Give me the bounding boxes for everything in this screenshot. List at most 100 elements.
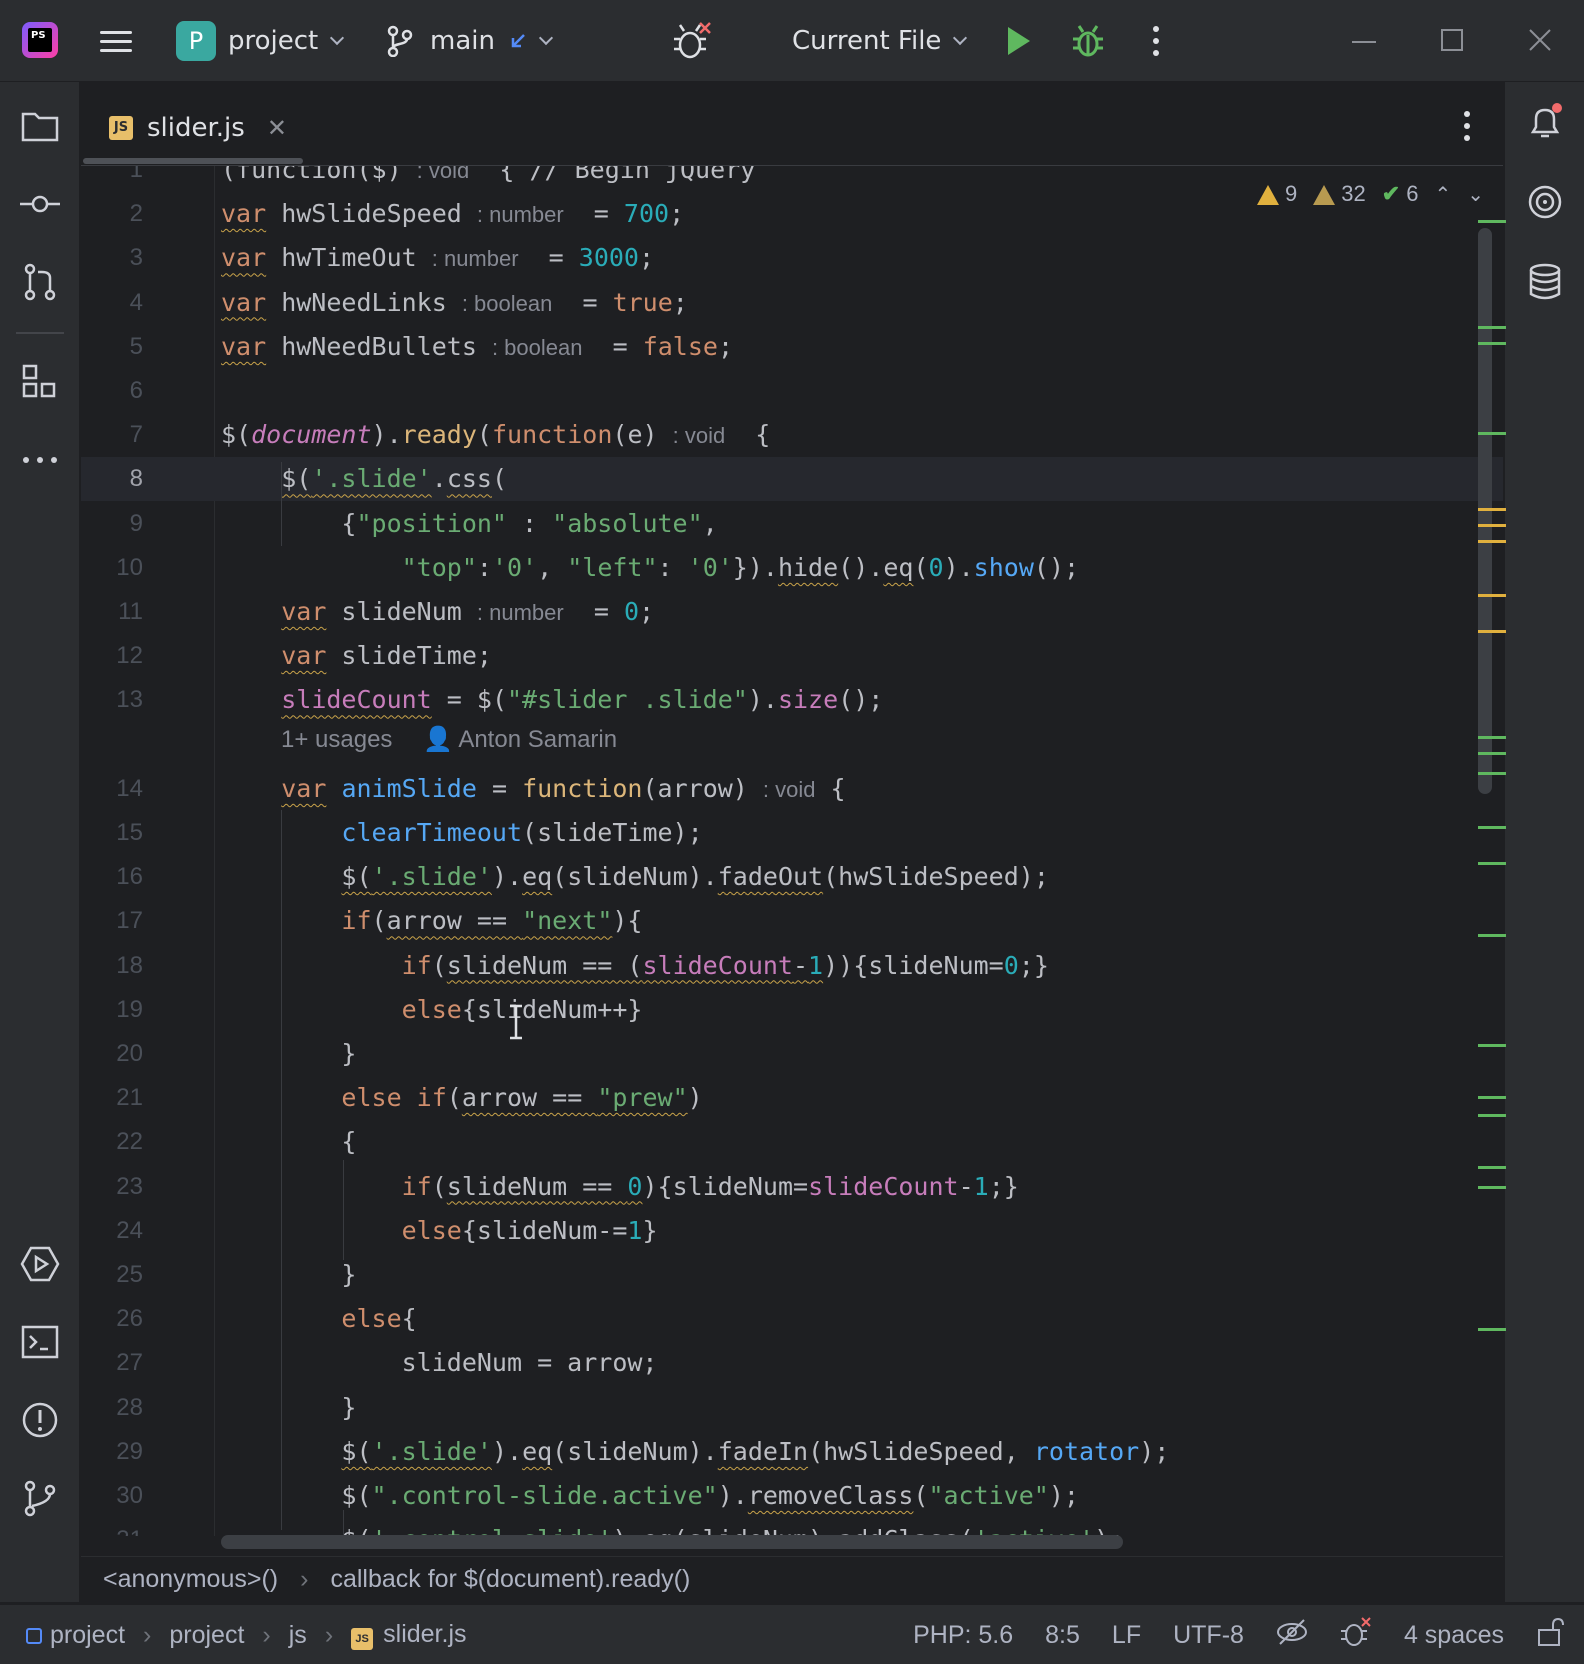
code-line[interactable]: 3 var hwTimeOut : number = 3000; <box>81 236 1503 280</box>
line-number[interactable]: 8 <box>81 457 143 501</box>
run-config-selector[interactable]: Current File <box>792 18 968 64</box>
code-line[interactable]: 11 var slideNum : number = 0; <box>81 590 1503 634</box>
line-number[interactable]: 16 <box>81 855 143 899</box>
error-stripe-marker[interactable] <box>1478 630 1506 633</box>
code-line[interactable]: 18 if(slideNum == (slideCount-1)){slideN… <box>81 944 1503 988</box>
code-line[interactable]: 31 $('.control-slide').eq(slideNum).addC… <box>81 1518 1503 1536</box>
error-stripe-marker[interactable] <box>1478 342 1506 345</box>
weak-warnings-count[interactable]: 32 <box>1313 181 1366 207</box>
line-number[interactable]: 10 <box>81 546 143 590</box>
line-number[interactable]: 9 <box>81 502 143 546</box>
project-widget[interactable]: P project <box>176 18 345 64</box>
error-stripe-marker[interactable] <box>1478 432 1506 435</box>
line-number[interactable]: 4 <box>81 281 143 325</box>
vcs-branch-widget[interactable]: main <box>386 18 554 64</box>
line-number[interactable]: 18 <box>81 944 143 988</box>
next-highlight-icon[interactable]: ⌄ <box>1467 182 1484 207</box>
code-line[interactable]: 17 if(arrow == "next"){ <box>81 899 1503 943</box>
code-line[interactable]: 5 var hwNeedBullets : boolean = false; <box>81 325 1503 369</box>
line-number[interactable]: 3 <box>81 236 143 280</box>
nav-file[interactable]: JS slider.js <box>351 1620 467 1650</box>
line-number[interactable]: 22 <box>81 1120 143 1164</box>
close-tab-icon[interactable]: ✕ <box>267 114 287 142</box>
line-separator[interactable]: LF <box>1112 1621 1141 1650</box>
git-icon[interactable] <box>20 1478 60 1518</box>
debug-disabled-icon[interactable] <box>672 18 712 64</box>
previous-highlight-icon[interactable]: ⌃ <box>1434 182 1451 207</box>
code-line[interactable]: 27 slideNum = arrow; <box>81 1341 1503 1385</box>
error-stripe-marker[interactable] <box>1478 508 1506 511</box>
inspections-widget[interactable]: 9 32 ✔ 6 ⌃ ⌄ <box>1257 180 1484 208</box>
line-number[interactable]: 17 <box>81 899 143 943</box>
breadcrumb-item[interactable]: <anonymous>() <box>103 1565 278 1594</box>
line-number[interactable]: 19 <box>81 988 143 1032</box>
code-line[interactable]: 24 else{slideNum-=1} <box>81 1209 1503 1253</box>
code-line[interactable]: 26 else{ <box>81 1297 1503 1341</box>
error-stripe-marker[interactable] <box>1478 862 1506 865</box>
error-stripe-marker[interactable] <box>1478 1166 1506 1169</box>
maximize-icon[interactable] <box>1432 20 1472 60</box>
close-window-icon[interactable] <box>1520 20 1560 60</box>
error-stripe-marker[interactable] <box>1478 1096 1506 1099</box>
line-number[interactable]: 20 <box>81 1032 143 1076</box>
database-icon[interactable] <box>1525 262 1565 302</box>
line-number[interactable]: 13 <box>81 678 143 722</box>
line-number[interactable]: 29 <box>81 1430 143 1474</box>
minimize-icon[interactable] <box>1344 20 1384 60</box>
code-line[interactable]: 8 $('.slide'.css( <box>81 457 1503 502</box>
main-menu-icon[interactable] <box>100 18 136 64</box>
code-line[interactable]: 6 <box>81 369 1503 413</box>
line-number[interactable]: 11 <box>81 590 143 634</box>
code-line[interactable]: 9 {"position" : "absolute", <box>81 502 1503 546</box>
file-encoding[interactable]: UTF-8 <box>1173 1621 1244 1650</box>
ok-count[interactable]: ✔ 6 <box>1382 181 1419 207</box>
code-line[interactable]: 28 } <box>81 1386 1503 1430</box>
error-stripe-marker[interactable] <box>1478 1114 1506 1117</box>
nav-project[interactable]: project <box>26 1621 125 1650</box>
code-line[interactable]: 30 $(".control-slide.active").removeClas… <box>81 1474 1503 1518</box>
error-stripe-marker[interactable] <box>1478 326 1506 329</box>
code-line[interactable]: 22 { <box>81 1120 1503 1164</box>
code-editor[interactable]: 1 (function($) : void { // Begin jQuery 2 v… <box>81 166 1503 1536</box>
more-tools-icon[interactable] <box>20 440 60 480</box>
problems-icon[interactable] <box>20 1400 60 1440</box>
error-stripe-marker[interactable] <box>1478 524 1506 527</box>
line-number[interactable]: 23 <box>81 1165 143 1209</box>
code-line[interactable]: 19 else{slideNum++} <box>81 988 1503 1032</box>
structure-icon[interactable] <box>20 362 60 402</box>
error-stripe-marker[interactable] <box>1478 1328 1506 1331</box>
services-icon[interactable] <box>20 1244 60 1284</box>
error-stripe-marker[interactable] <box>1478 594 1506 597</box>
breadcrumb-item[interactable]: callback for $(document).ready() <box>330 1565 690 1594</box>
error-stripe-marker[interactable] <box>1478 736 1506 739</box>
line-number[interactable]: 26 <box>81 1297 143 1341</box>
code-line[interactable]: 4 var hwNeedLinks : boolean = true; <box>81 281 1503 325</box>
tab-slider-js[interactable]: JS slider.js ✕ <box>109 108 287 148</box>
line-number[interactable]: 28 <box>81 1386 143 1430</box>
code-line[interactable]: 29 $('.slide').eq(slideNum).fadeIn(hwSli… <box>81 1430 1503 1474</box>
debug-button[interactable] <box>1070 18 1106 64</box>
line-number[interactable]: 7 <box>81 413 143 457</box>
more-actions-icon[interactable] <box>1150 18 1162 64</box>
line-number[interactable]: 1 <box>81 166 143 192</box>
code-line[interactable]: 10 "top":'0', "left": '0'}).hide().eq(0)… <box>81 546 1503 590</box>
error-stripe-marker[interactable] <box>1478 934 1506 937</box>
error-stripe-marker[interactable] <box>1478 1186 1506 1189</box>
phpstorm-logo-icon[interactable]: PS <box>22 22 58 58</box>
nav-project-dir[interactable]: project <box>169 1621 244 1650</box>
code-line[interactable]: 15 clearTimeout(slideTime); <box>81 811 1503 855</box>
line-number[interactable]: 24 <box>81 1209 143 1253</box>
line-number[interactable]: 2 <box>81 192 143 236</box>
ai-assistant-icon[interactable] <box>1525 182 1565 222</box>
error-stripe-marker[interactable] <box>1478 1044 1506 1047</box>
commit-icon[interactable] <box>20 184 60 224</box>
line-number[interactable]: 25 <box>81 1253 143 1297</box>
warnings-count[interactable]: 9 <box>1257 181 1297 207</box>
line-number[interactable]: 27 <box>81 1341 143 1385</box>
indent-setting[interactable]: 4 spaces <box>1404 1621 1504 1650</box>
error-stripe-marker[interactable] <box>1478 540 1506 543</box>
pull-requests-icon[interactable] <box>20 262 60 302</box>
author-hint[interactable]: Anton Samarin <box>458 726 617 753</box>
nav-js-dir[interactable]: js <box>289 1621 307 1650</box>
error-stripe-marker[interactable] <box>1478 752 1506 755</box>
